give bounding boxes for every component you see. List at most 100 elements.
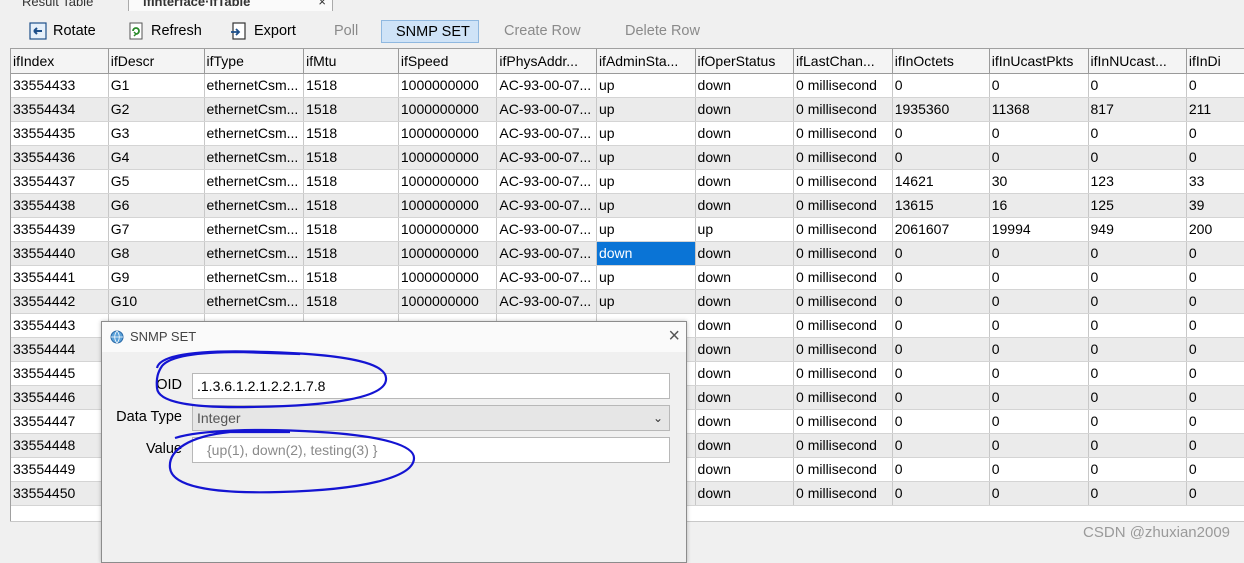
table-cell[interactable]: AC-93-00-07...	[496, 145, 597, 170]
table-cell[interactable]: 0	[989, 121, 1089, 146]
tab-iftable[interactable]: ifInterface·ifTable ×	[128, 0, 333, 11]
datatype-select[interactable]: Integer ⌄	[192, 405, 670, 431]
table-cell[interactable]: 0	[1186, 361, 1244, 386]
column-header[interactable]: ifType	[204, 49, 305, 74]
refresh-button[interactable]: Refresh	[126, 19, 202, 43]
table-cell[interactable]: G6	[108, 193, 205, 218]
table-cell[interactable]: down	[695, 145, 795, 170]
table-cell[interactable]: down	[695, 409, 795, 434]
export-button[interactable]: Export	[229, 19, 296, 43]
table-cell[interactable]: 2061607	[892, 217, 990, 242]
tab-close-icon[interactable]: ×	[318, 0, 326, 11]
table-cell[interactable]: 16	[989, 193, 1089, 218]
table-cell[interactable]: 0	[892, 385, 990, 410]
table-cell[interactable]: 0	[1088, 385, 1187, 410]
table-cell[interactable]: 1000000000	[398, 217, 498, 242]
table-cell[interactable]: 0	[892, 73, 990, 98]
table-cell[interactable]: AC-93-00-07...	[496, 217, 597, 242]
table-cell[interactable]: 0	[989, 361, 1089, 386]
delete-row-button[interactable]: Delete Row	[625, 19, 700, 43]
column-header[interactable]: ifPhysAddr...	[496, 49, 597, 74]
table-cell[interactable]: 0 millisecond	[793, 289, 893, 314]
snmp-set-button[interactable]: SNMP SET	[381, 20, 479, 43]
table-cell[interactable]: 0	[1088, 457, 1187, 482]
table-cell[interactable]: 1518	[303, 97, 399, 122]
table-cell[interactable]: 0	[1186, 409, 1244, 434]
table-cell[interactable]: 33	[1186, 169, 1244, 194]
table-cell[interactable]: 0	[1088, 313, 1187, 338]
column-header[interactable]: ifOperStatus	[695, 49, 795, 74]
table-cell[interactable]: 0	[892, 289, 990, 314]
table-cell[interactable]: 1518	[303, 73, 399, 98]
table-cell[interactable]: 0	[1088, 73, 1187, 98]
table-cell[interactable]: down	[695, 289, 795, 314]
table-cell[interactable]: 0 millisecond	[793, 121, 893, 146]
table-cell[interactable]: 0	[892, 481, 990, 506]
table-cell[interactable]: G3	[108, 121, 205, 146]
table-row[interactable]: 33554438 G6 ethernetCsm... 1518 1000000000 AC…	[11, 193, 1244, 218]
table-cell[interactable]: 211	[1186, 97, 1244, 122]
table-cell[interactable]: 0	[892, 457, 990, 482]
oid-field[interactable]: .1.3.6.1.2.1.2.2.1.7.8	[192, 373, 670, 399]
table-cell[interactable]: 0	[989, 385, 1089, 410]
table-cell[interactable]: G9	[108, 265, 205, 290]
table-cell[interactable]: 1518	[303, 241, 399, 266]
table-row[interactable]: 33554434 G2 ethernetCsm... 1518 1000000000 AC…	[11, 97, 1244, 122]
table-cell[interactable]: 0	[989, 457, 1089, 482]
table-cell[interactable]: down	[695, 457, 795, 482]
table-cell[interactable]: down	[695, 241, 795, 266]
table-cell[interactable]: AC-93-00-07...	[496, 97, 597, 122]
table-cell[interactable]: 0	[989, 481, 1089, 506]
table-cell[interactable]: 0	[1088, 289, 1187, 314]
table-cell[interactable]: 0	[989, 337, 1089, 362]
table-cell[interactable]: 0	[989, 313, 1089, 338]
column-header[interactable]: ifInOctets	[892, 49, 990, 74]
table-row[interactable]: 33554433 G1 ethernetCsm... 1518 1000000000 AC…	[11, 73, 1244, 98]
table-cell[interactable]: ethernetCsm...	[204, 145, 305, 170]
table-cell[interactable]: 39	[1186, 193, 1244, 218]
table-cell[interactable]: down	[695, 385, 795, 410]
table-cell[interactable]: 0 millisecond	[793, 217, 893, 242]
table-cell[interactable]: up	[596, 169, 696, 194]
table-cell[interactable]: 1518	[303, 289, 399, 314]
table-cell[interactable]: 0	[989, 241, 1089, 266]
table-cell[interactable]: down	[695, 433, 795, 458]
table-cell[interactable]: down	[695, 337, 795, 362]
table-cell[interactable]: 33554437	[11, 169, 109, 194]
table-cell[interactable]: 33554443	[11, 313, 109, 338]
close-icon[interactable]: ×	[668, 325, 680, 348]
table-cell[interactable]: 1000000000	[398, 121, 498, 146]
table-cell[interactable]: 0	[892, 121, 990, 146]
table-cell[interactable]: 0	[1088, 361, 1187, 386]
table-cell[interactable]: 0	[1088, 121, 1187, 146]
table-cell[interactable]: ethernetCsm...	[204, 265, 305, 290]
table-cell[interactable]: ethernetCsm...	[204, 217, 305, 242]
table-cell[interactable]: 30	[989, 169, 1089, 194]
table-cell[interactable]: AC-93-00-07...	[496, 193, 597, 218]
table-cell[interactable]: 949	[1088, 217, 1187, 242]
column-header[interactable]: ifMtu	[303, 49, 399, 74]
table-cell[interactable]: ethernetCsm...	[204, 289, 305, 314]
table-cell[interactable]: 0	[1088, 433, 1187, 458]
table-cell[interactable]: 0	[989, 433, 1089, 458]
table-cell[interactable]: 33554447	[11, 409, 109, 434]
table-row[interactable]: 33554441 G9 ethernetCsm... 1518 1000000000 AC…	[11, 265, 1244, 290]
table-cell[interactable]: 33554439	[11, 217, 109, 242]
table-cell[interactable]: G8	[108, 241, 205, 266]
table-cell[interactable]: 0	[1186, 73, 1244, 98]
table-cell[interactable]: 0	[989, 265, 1089, 290]
table-row[interactable]: 33554436 G4 ethernetCsm... 1518 1000000000 AC…	[11, 145, 1244, 170]
table-cell[interactable]: AC-93-00-07...	[496, 289, 597, 314]
table-cell[interactable]: G10	[108, 289, 205, 314]
table-cell[interactable]: 0 millisecond	[793, 241, 893, 266]
table-cell[interactable]: 14621	[892, 169, 990, 194]
table-cell[interactable]: 0	[892, 145, 990, 170]
table-cell[interactable]: down	[695, 121, 795, 146]
table-cell[interactable]: 0	[892, 313, 990, 338]
table-cell[interactable]: down	[695, 361, 795, 386]
table-cell[interactable]: 33554438	[11, 193, 109, 218]
column-header[interactable]: ifLastChan...	[793, 49, 893, 74]
table-cell[interactable]: 33554434	[11, 97, 109, 122]
table-cell[interactable]: up	[596, 145, 696, 170]
table-cell[interactable]: 1518	[303, 145, 399, 170]
